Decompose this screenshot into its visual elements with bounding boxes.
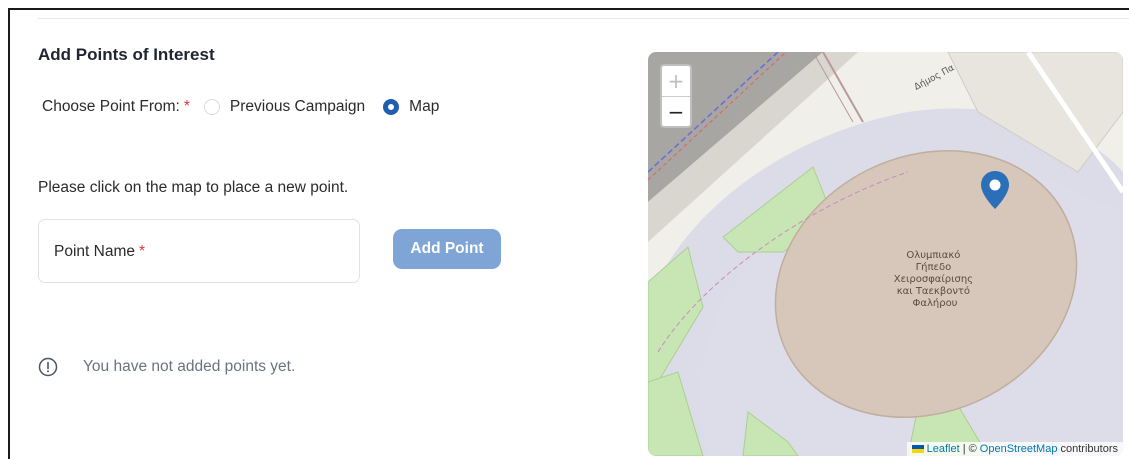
radio-map[interactable] [383,99,400,115]
zoom-control: + − [660,64,692,128]
add-point-button[interactable]: Add Point [393,229,501,269]
empty-state: You have not added points yet. [38,357,295,377]
section-title: Add Points of Interest [38,45,215,64]
map-tiles[interactable]: Δήμος Πα Ολυμπιακό Γήπεδο Χειροσφαίρισης… [648,52,1123,456]
map-attribution: Leaflet | © OpenStreetMap contributors [906,442,1123,456]
required-mark: * [183,98,190,115]
map-view[interactable]: Δήμος Πα Ολυμπιακό Γήπεδο Χειροσφαίρισης… [648,52,1123,456]
radio-previous-campaign[interactable] [203,99,220,115]
radio-label-map[interactable]: Map [409,98,439,116]
info-circle-icon [38,357,58,377]
divider [38,18,1129,19]
leaflet-link[interactable]: Leaflet [927,443,960,455]
choose-point-label: Choose Point From: [42,98,180,115]
ukraine-flag-icon [911,445,924,453]
zoom-in-button[interactable]: + [662,66,690,97]
osm-link[interactable]: OpenStreetMap [980,443,1058,455]
point-name-label: Point Name * [54,243,146,260]
map-marker-icon[interactable] [980,170,1010,210]
empty-state-text: You have not added points yet. [83,358,296,375]
point-name-field[interactable]: Point Name * [38,219,360,283]
zoom-out-button[interactable]: − [662,97,690,127]
radio-label-previous-campaign[interactable]: Previous Campaign [230,98,365,116]
choose-point-row: Choose Point From: * Previous Campaign M… [42,98,439,116]
instruction-text: Please click on the map to place a new p… [38,179,349,196]
